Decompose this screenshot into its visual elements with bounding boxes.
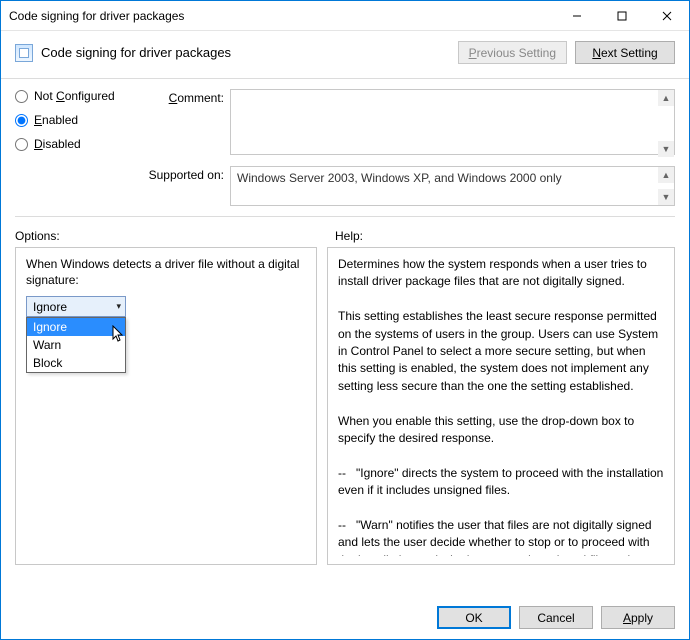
radio-disabled[interactable]: Disabled	[15, 137, 135, 151]
titlebar: Code signing for driver packages	[1, 1, 689, 31]
minimize-button[interactable]	[554, 1, 599, 30]
panes: When Windows detects a driver file witho…	[1, 247, 689, 565]
chevron-down-icon: ▾	[116, 301, 121, 312]
dialog-buttons: OK Cancel Apply	[437, 606, 675, 629]
signature-action-dropdown: Ignore Warn Block	[26, 317, 126, 373]
supported-scroll-up[interactable]: ▲	[658, 167, 674, 183]
combo-selected-value: Ignore	[33, 300, 116, 314]
state-radio-group: Not Configured Enabled Disabled	[15, 89, 135, 206]
signature-action-combo[interactable]: Ignore ▾ Ignore Warn Block	[26, 296, 126, 317]
dropdown-option-ignore[interactable]: Ignore	[27, 318, 125, 336]
supported-label: Supported on:	[135, 166, 230, 182]
options-pane: When Windows detects a driver file witho…	[15, 247, 317, 565]
fields: Comment: ▲ ▼ Supported on: Windows Serve…	[135, 89, 675, 206]
policy-icon	[15, 44, 33, 62]
close-button[interactable]	[644, 1, 689, 30]
policy-header: Code signing for driver packages Previou…	[1, 31, 689, 79]
comment-label: Comment:	[135, 89, 230, 105]
window-title: Code signing for driver packages	[9, 9, 554, 23]
cancel-button[interactable]: Cancel	[519, 606, 593, 629]
settings-top: Not Configured Enabled Disabled Comment:…	[1, 79, 689, 206]
radio-not-configured[interactable]: Not Configured	[15, 89, 135, 103]
scroll-up-icon: ▲	[658, 167, 674, 183]
radio-enabled-input[interactable]	[15, 114, 28, 127]
comment-scrollbar[interactable]: ▲ ▼	[658, 90, 674, 157]
help-text: Determines how the system responds when …	[338, 256, 664, 556]
apply-button[interactable]: Apply	[601, 606, 675, 629]
options-description: When Windows detects a driver file witho…	[26, 256, 306, 288]
maximize-button[interactable]	[599, 1, 644, 30]
radio-not-configured-input[interactable]	[15, 90, 28, 103]
supported-scroll-down[interactable]: ▼	[658, 189, 674, 205]
comment-textarea[interactable]	[230, 89, 675, 155]
section-labels: Options: Help:	[1, 217, 689, 247]
supported-on-text: Windows Server 2003, Windows XP, and Win…	[230, 166, 675, 206]
radio-disabled-input[interactable]	[15, 138, 28, 151]
dropdown-option-warn[interactable]: Warn	[27, 336, 125, 354]
dropdown-option-block[interactable]: Block	[27, 354, 125, 372]
help-label: Help:	[335, 229, 363, 243]
options-label: Options:	[15, 229, 335, 243]
previous-setting-button[interactable]: Previous Setting	[458, 41, 567, 64]
scroll-up-icon: ▲	[658, 90, 674, 106]
scroll-down-icon: ▼	[658, 189, 674, 205]
scroll-down-icon: ▼	[658, 141, 674, 157]
radio-enabled[interactable]: Enabled	[15, 113, 135, 127]
policy-title: Code signing for driver packages	[41, 45, 450, 60]
ok-button[interactable]: OK	[437, 606, 511, 629]
next-setting-button[interactable]: Next Setting	[575, 41, 675, 64]
help-pane: Determines how the system responds when …	[327, 247, 675, 565]
